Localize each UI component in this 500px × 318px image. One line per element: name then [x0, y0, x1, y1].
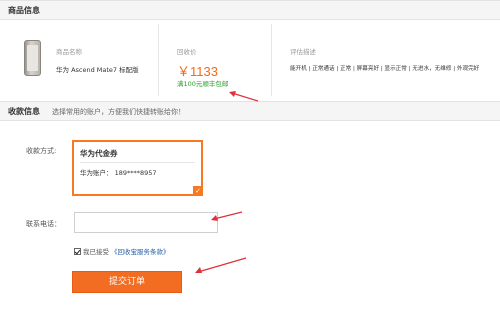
- arrow-payment: [213, 211, 243, 220]
- selected-check-icon: ✓: [193, 186, 203, 196]
- terms-prefix: 我已接受: [83, 248, 109, 256]
- terms-agreement: 我已接受 《回收宝服务条款》: [74, 245, 170, 257]
- evaluation-label: 评估描述: [290, 48, 316, 56]
- price-column: 回收价 ￥1133 满100元顺丰包邮: [159, 24, 271, 96]
- goods-section-header: 商品信息: [0, 0, 500, 20]
- phone-input[interactable]: [74, 212, 218, 233]
- arrow-submit: [197, 257, 247, 273]
- arrow-submit-head: [195, 267, 202, 273]
- goods-name-column: 商品名称 华为 Ascend Mate7 标配版: [0, 24, 158, 96]
- goods-section-title: 商品信息: [8, 6, 40, 15]
- payment-method-label: 收款方式:: [26, 147, 57, 155]
- product-name-label: 商品名称: [56, 48, 82, 56]
- product-image: [24, 40, 41, 76]
- terms-checkbox[interactable]: [74, 247, 81, 255]
- card-divider: [80, 162, 195, 163]
- payment-account: 华为账户： 189****8957: [80, 169, 157, 177]
- free-shipping-note: 满100元顺丰包邮: [177, 80, 229, 88]
- payment-section-header: 收款信息 选择常用的账户，方便我们快捷转账给你！: [0, 101, 500, 121]
- payment-section-title: 收款信息: [8, 107, 40, 116]
- payment-section-hint: 选择常用的账户，方便我们快捷转账给你！: [52, 108, 185, 116]
- payment-method-name: 华为代金券: [80, 149, 118, 158]
- evaluation-column: 评估描述 能开机 | 正常通话 | 正常 | 屏幕亮好 | 显示正常 | 无进水…: [272, 24, 500, 96]
- product-name-value: 华为 Ascend Mate7 标配版: [56, 66, 139, 74]
- phone-label: 联系电话：: [26, 220, 61, 228]
- evaluation-value: 能开机 | 正常通话 | 正常 | 屏幕亮好 | 显示正常 | 无进水，无维修 …: [290, 66, 480, 72]
- payment-method-card[interactable]: 华为代金券 华为账户： 189****8957 ✓: [72, 140, 203, 196]
- terms-link[interactable]: 《回收宝服务条款》: [111, 246, 170, 256]
- submit-order-button[interactable]: 提交订单: [72, 271, 182, 293]
- price-label: 回收价: [177, 48, 197, 56]
- goods-info-row: 商品名称 华为 Ascend Mate7 标配版 回收价 ￥1133 满100元…: [0, 24, 500, 96]
